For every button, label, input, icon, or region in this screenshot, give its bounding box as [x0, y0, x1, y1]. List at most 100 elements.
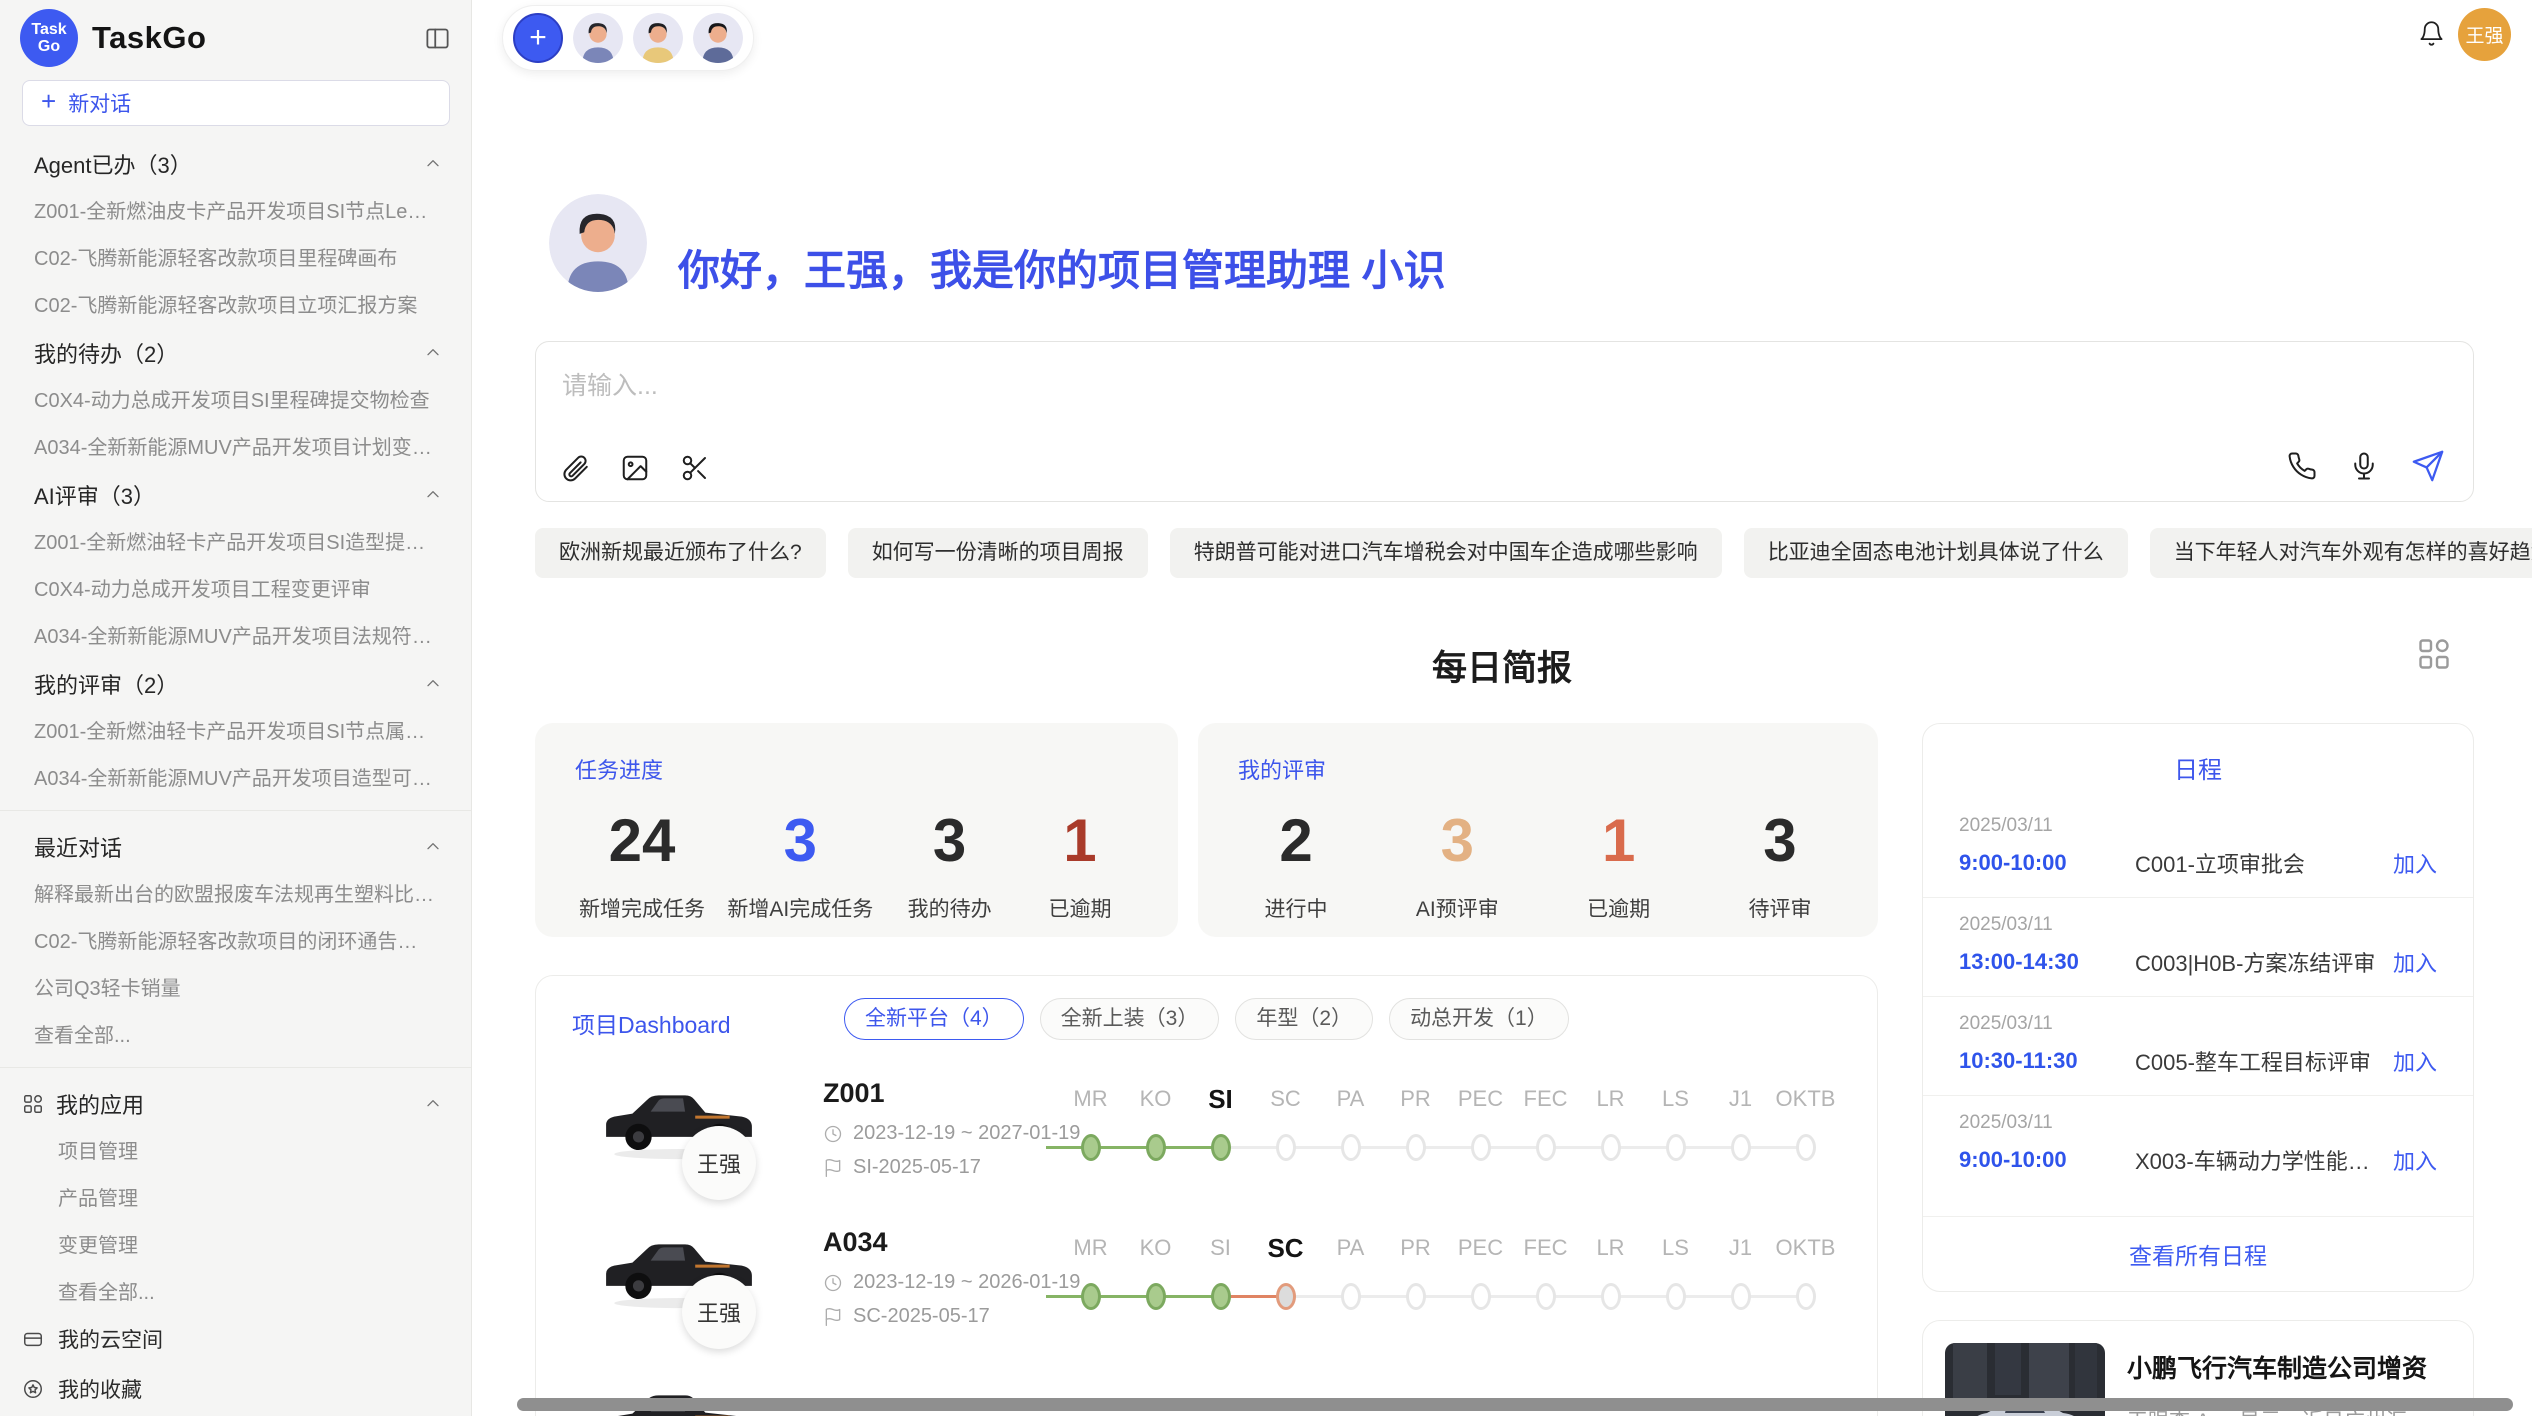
send-icon[interactable]	[2411, 449, 2445, 483]
view-all-schedule-link[interactable]: 查看所有日程	[1923, 1216, 2473, 1291]
project-date-range: 2023-12-19 ~ 2026-01-19	[823, 1271, 1080, 1294]
join-meeting-link[interactable]: 加入	[2393, 1045, 2437, 1077]
milestone-dot-si	[1211, 1283, 1231, 1310]
quick-access-bar: +	[502, 5, 754, 71]
microphone-icon[interactable]	[2349, 451, 2379, 481]
schedule-row: 13:00-14:30 C003|H0B-方案冻结评审加入	[1959, 946, 2437, 978]
dashboard-title: 项目Dashboard	[572, 1006, 731, 1040]
view-all-chats-link[interactable]: 查看全部...	[0, 1010, 471, 1057]
sidebar-section-title: AI评审（3）	[34, 479, 155, 511]
notification-bell-icon[interactable]	[2418, 20, 2445, 47]
milestone-dot-oktb	[1796, 1134, 1816, 1161]
sidebar-conversation-item[interactable]: Z001-全新燃油轻卡产品开发项目SI节点属性5D文件评审	[0, 706, 471, 753]
sidebar-section-header[interactable]: Agent已办（3）	[0, 138, 471, 186]
milestone-label-fec: FEC	[1513, 1231, 1578, 1265]
news-title: 小鹏飞行汽车制造公司增资	[2127, 1349, 2447, 1385]
schedule-meeting-name: C003|H0B-方案冻结评审	[2135, 946, 2381, 978]
schedule-time: 13:00-14:30	[1959, 949, 2109, 975]
suggestion-chip[interactable]: 当下年轻人对汽车外观有怎样的喜好趋势	[2150, 528, 2532, 578]
dashboard-filter-tab[interactable]: 年型（2）	[1235, 998, 1373, 1040]
join-meeting-link[interactable]: 加入	[2393, 1144, 2437, 1176]
milestone-dot-fec	[1536, 1283, 1556, 1310]
add-conversation-button[interactable]: +	[513, 13, 563, 63]
sidebar-conversation-item[interactable]: C02-飞腾新能源轻客改款项目的闭环通告反馈情况	[0, 916, 471, 963]
sidebar-app-item[interactable]: 项目管理	[0, 1126, 471, 1173]
milestone-label-ko: KO	[1123, 1082, 1188, 1116]
sidebar-app-item[interactable]: 产品管理	[0, 1173, 471, 1220]
contact-avatar-2[interactable]	[633, 13, 683, 63]
project-owner-badge: 王强	[682, 1275, 756, 1349]
collapse-sidebar-icon[interactable]	[424, 25, 451, 52]
image-upload-icon[interactable]	[620, 453, 650, 483]
phone-call-icon[interactable]	[2287, 451, 2317, 481]
milestone-label-sc: SC	[1253, 1231, 1318, 1265]
chevron-up-icon[interactable]	[423, 343, 443, 363]
new-chat-label: 新对话	[68, 88, 131, 118]
sidebar-conversation-item[interactable]: C02-飞腾新能源轻客改款项目立项汇报方案	[0, 280, 471, 327]
user-avatar[interactable]: 王强	[2458, 8, 2511, 61]
schedule-item: 2025/03/1110:30-11:30C005-整车工程目标评审加入	[1923, 996, 2473, 1095]
join-meeting-link[interactable]: 加入	[2393, 847, 2437, 879]
sidebar-section-header[interactable]: 最近对话	[0, 821, 471, 869]
sidebar-conversation-item[interactable]: A034-全新新能源MUV产品开发项目造型可行性评审	[0, 753, 471, 800]
stat-label: 进行中	[1242, 893, 1350, 923]
sidebar-section-title: 我的待办（2）	[34, 337, 178, 369]
suggestion-chip[interactable]: 特朗普可能对进口汽车增税会对中国车企造成哪些影响	[1170, 528, 1722, 578]
dashboard-filter-tab[interactable]: 全新上装（3）	[1040, 998, 1220, 1040]
sidebar-conversation-item[interactable]: Z001-全新燃油轻卡产品开发项目SI造型提交物评审	[0, 517, 471, 564]
milestone-label-pa: PA	[1318, 1082, 1383, 1116]
join-meeting-link[interactable]: 加入	[2393, 946, 2437, 978]
suggestion-chip[interactable]: 欧洲新规最近颁布了什么?	[535, 528, 826, 578]
chevron-up-icon[interactable]	[423, 837, 443, 857]
sidebar-section-header[interactable]: 我的评审（2）	[0, 658, 471, 706]
milestone-dot-pr	[1406, 1283, 1426, 1310]
contact-avatar-3[interactable]	[693, 13, 743, 63]
app-logo: Task Go	[20, 9, 78, 67]
chevron-up-icon[interactable]	[423, 154, 443, 174]
sidebar-conversation-item[interactable]: Z001-全新燃油皮卡产品开发项目SI节点Lesson Learn报告	[0, 186, 471, 233]
chevron-up-icon[interactable]	[423, 485, 443, 505]
view-all-apps-link[interactable]: 查看全部...	[0, 1267, 471, 1314]
milestone-dot-fec	[1536, 1134, 1556, 1161]
attachment-icon[interactable]	[560, 453, 590, 483]
chat-input-card[interactable]: 请输入...	[535, 341, 2474, 502]
new-chat-button[interactable]: + 新对话	[22, 80, 450, 126]
sidebar-section-header[interactable]: AI评审（3）	[0, 469, 471, 517]
divider	[0, 810, 471, 811]
dashboard-filter-tab[interactable]: 全新平台（4）	[844, 998, 1024, 1040]
project-code: A034	[823, 1227, 888, 1258]
sidebar-conversation-item[interactable]: C02-飞腾新能源轻客改款项目里程碑画布	[0, 233, 471, 280]
milestone-dot-pec	[1471, 1283, 1491, 1310]
scissors-icon[interactable]	[680, 453, 710, 483]
project-row[interactable]: 王强Z0012023-12-19 ~ 2027-01-19SI-2025-05-…	[536, 1056, 1877, 1206]
sidebar-conversation-item[interactable]: 解释最新出台的欧盟报废车法规再生塑料比例被调至15%...	[0, 869, 471, 916]
layout-grid-icon[interactable]	[2416, 636, 2452, 672]
suggestion-chip[interactable]: 如何写一份清晰的项目周报	[848, 528, 1148, 578]
input-toolbar-right	[2287, 449, 2445, 483]
sidebar-item-star[interactable]: 我的收藏	[0, 1364, 471, 1414]
sidebar-conversation-item[interactable]: 公司Q3轻卡销量	[0, 963, 471, 1010]
contact-avatar-1[interactable]	[573, 13, 623, 63]
suggestion-chip[interactable]: 比亚迪全固态电池计划具体说了什么	[1744, 528, 2128, 578]
sidebar-conversation-item[interactable]: C0X4-动力总成开发项目工程变更评审	[0, 564, 471, 611]
schedule-meeting-name: C005-整车工程目标评审	[2135, 1045, 2381, 1077]
chevron-up-icon[interactable]	[423, 1094, 443, 1114]
sidebar-item-my-apps[interactable]: 我的应用	[0, 1078, 471, 1126]
sidebar-conversation-item[interactable]: A034-全新新能源MUV产品开发项目法规符合性评审	[0, 611, 471, 658]
chevron-up-icon[interactable]	[423, 674, 443, 694]
sidebar-item-drive[interactable]: 我的云空间	[0, 1314, 471, 1364]
sidebar-app-item[interactable]: 变更管理	[0, 1220, 471, 1267]
chat-input[interactable]: 请输入...	[562, 366, 658, 402]
dashboard-filter-tab[interactable]: 动总开发（1）	[1389, 998, 1569, 1040]
milestone-label-fec: FEC	[1513, 1082, 1578, 1116]
sidebar-conversation-item[interactable]: A034-全新新能源MUV产品开发项目计划变更表编写	[0, 422, 471, 469]
milestone-label-mr: MR	[1058, 1231, 1123, 1265]
app-title: TaskGo	[92, 20, 206, 56]
date-range-text: 2023-12-19 ~ 2027-01-19	[853, 1122, 1080, 1145]
stat-label: 待评审	[1726, 893, 1834, 923]
sidebar-conversation-item[interactable]: C0X4-动力总成开发项目SI里程碑提交物检查	[0, 375, 471, 422]
horizontal-scrollbar[interactable]	[517, 1398, 2513, 1411]
milestone-dot-pa	[1341, 1283, 1361, 1310]
project-row[interactable]: 王强A0342023-12-19 ~ 2026-01-19SC-2025-05-…	[536, 1205, 1877, 1355]
sidebar-section-header[interactable]: 我的待办（2）	[0, 327, 471, 375]
